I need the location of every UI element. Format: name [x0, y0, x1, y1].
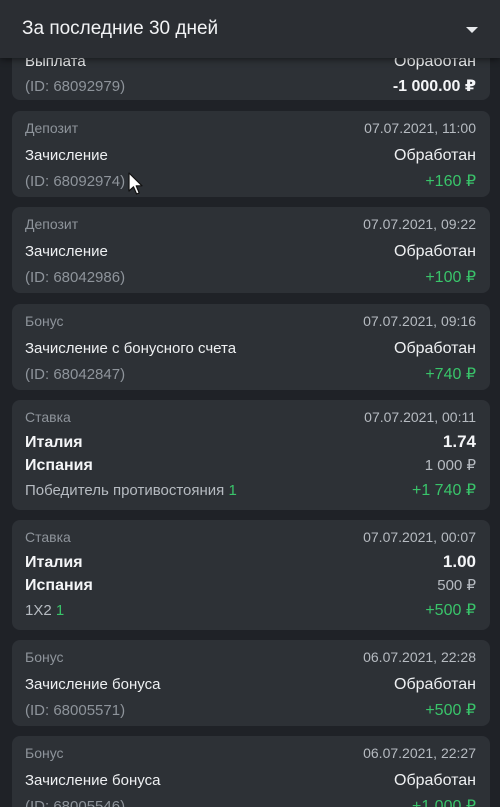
- bet-market: Победитель противостояния 1: [25, 482, 237, 499]
- transaction-name: Зачисление бонуса: [25, 772, 161, 789]
- transaction-date: 07.07.2021, 00:11: [364, 409, 476, 425]
- bet-team-2: Испания: [25, 577, 93, 594]
- bet-market: 1X2 1: [25, 602, 64, 619]
- bet-market-label: Победитель противостояния: [25, 482, 225, 499]
- transaction-type: Бонус: [25, 649, 64, 665]
- transaction-id: (ID: 68092974): [25, 173, 126, 190]
- transaction-card[interactable]: Бонус 07.07.2021, 09:16 Зачисление с бон…: [12, 304, 490, 390]
- transaction-status: Обработан: [394, 340, 476, 357]
- bet-stake: 500 ₽: [437, 577, 476, 594]
- period-filter-label: За последние 30 дней: [22, 18, 219, 39]
- caret-down-icon[interactable]: [466, 27, 478, 33]
- bet-odds: 1.00: [442, 552, 476, 571]
- bet-card[interactable]: Ставка 07.07.2021, 00:07 Италия 1.00 Исп…: [12, 520, 490, 630]
- bet-pick: 1: [228, 482, 237, 499]
- transaction-date: 07.07.2021, 00:07: [363, 529, 476, 545]
- bet-team-1: Италия: [25, 554, 83, 571]
- transaction-id: (ID: 68092979): [25, 78, 126, 95]
- transaction-id: (ID: 68042847): [25, 366, 126, 383]
- transaction-name: Зачисление: [25, 243, 108, 260]
- bet-stake: 1 000 ₽: [424, 457, 476, 474]
- transaction-amount: +500 ₽: [425, 602, 476, 619]
- transaction-status: Обработан: [394, 243, 476, 260]
- transaction-status: Обработан: [394, 147, 476, 164]
- transaction-type: Ставка: [25, 409, 71, 425]
- bet-team-1: Италия: [25, 434, 83, 451]
- transaction-card[interactable]: Депозит 07.07.2021, 11:00 Зачисление Обр…: [12, 111, 490, 197]
- transaction-type: Депозит: [25, 216, 79, 232]
- transaction-amount: +500 ₽: [425, 702, 476, 719]
- transaction-card[interactable]: Бонус 06.07.2021, 22:27 Зачисление бонус…: [12, 736, 490, 807]
- transaction-card[interactable]: Депозит 07.07.2021, 09:22 Зачисление Обр…: [12, 207, 490, 293]
- transaction-date: 06.07.2021, 22:27: [363, 745, 476, 761]
- bet-team-2: Испания: [25, 457, 93, 474]
- transaction-id: (ID: 68005546): [25, 798, 126, 807]
- transaction-type: Ставка: [25, 529, 71, 545]
- transaction-type: Бонус: [25, 745, 64, 761]
- transaction-date: 07.07.2021, 09:16: [363, 313, 476, 329]
- bet-card[interactable]: Ставка 07.07.2021, 00:11 Италия 1.74 Исп…: [12, 400, 490, 510]
- transaction-type: Депозит: [25, 120, 79, 136]
- transaction-date: 07.07.2021, 11:00: [364, 120, 476, 136]
- transaction-name: Зачисление бонуса: [25, 676, 161, 693]
- period-filter-dropdown[interactable]: За последние 30 дней: [0, 0, 500, 58]
- transaction-amount: +100 ₽: [425, 269, 476, 286]
- bet-market-label: 1X2: [25, 602, 52, 619]
- transaction-name: Зачисление: [25, 147, 108, 164]
- transaction-status: Обработан: [394, 772, 476, 789]
- transaction-amount: +1 740 ₽: [411, 482, 476, 499]
- transaction-card[interactable]: Бонус 06.07.2021, 22:28 Зачисление бонус…: [12, 640, 490, 726]
- transaction-type: Бонус: [25, 313, 64, 329]
- transaction-amount: +740 ₽: [425, 366, 476, 383]
- transaction-amount: -1 000.00 ₽: [392, 78, 476, 95]
- transaction-name: Зачисление с бонусного счета: [25, 340, 237, 357]
- transaction-date: 06.07.2021, 22:28: [363, 649, 476, 665]
- bet-odds: 1.74: [442, 432, 476, 451]
- transaction-amount: +1 000 ₽: [411, 798, 476, 807]
- transaction-id: (ID: 68042986): [25, 269, 126, 286]
- bet-pick: 1: [55, 602, 65, 619]
- transaction-status: Обработан: [394, 676, 476, 693]
- transaction-date: 07.07.2021, 09:22: [363, 216, 476, 232]
- transaction-amount: +160 ₽: [425, 173, 476, 190]
- mouse-pointer-icon: [128, 172, 143, 195]
- transaction-id: (ID: 68005571): [25, 702, 126, 719]
